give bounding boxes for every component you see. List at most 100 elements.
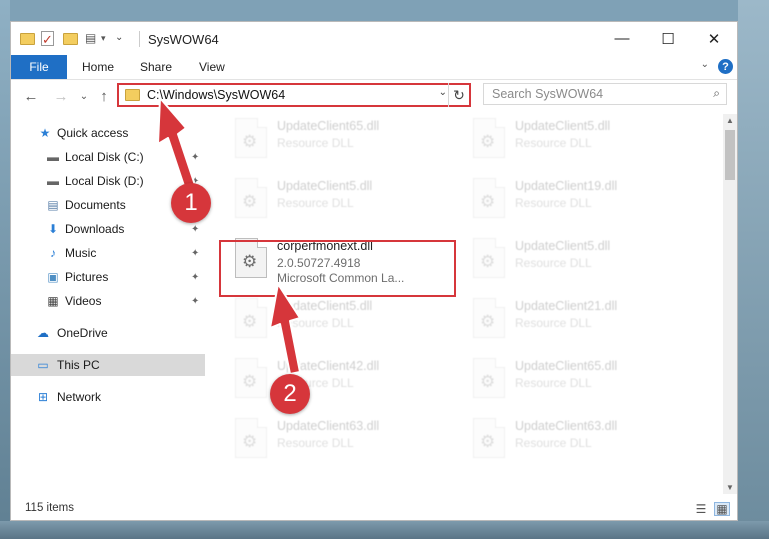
scrollbar-thumb[interactable]	[725, 130, 735, 180]
file-tile[interactable]: ⚙ UpdateClient5.dll Resource DLL	[469, 114, 689, 166]
sidebar-item-label: Network	[57, 390, 102, 404]
ribbon-tabs: File Home Share View ⌄ ?	[11, 55, 737, 80]
details-view-icon[interactable]: ☰	[693, 502, 709, 516]
sidebar-item-label: Local Disk (D:)	[65, 174, 144, 188]
sidebar-item-onedrive[interactable]: ☁ OneDrive	[11, 322, 205, 344]
gear-icon: ⚙	[242, 192, 258, 211]
step-1-badge: 1	[171, 183, 211, 223]
pin-icon[interactable]: ✦	[191, 296, 199, 307]
file-description: Resource DLL	[277, 136, 354, 150]
dll-file-icon: ⚙	[473, 238, 505, 278]
vertical-scrollbar[interactable]: ▲ ▼	[723, 114, 737, 494]
sidebar-item-network[interactable]: ⊞ Network	[11, 386, 205, 408]
file-name: UpdateClient5.dll	[515, 239, 611, 253]
tab-view[interactable]: View	[199, 55, 225, 79]
quick-access-toolbar-chevron-icon[interactable]: ⌄	[115, 32, 130, 47]
sidebar-item-label: Downloads	[65, 222, 125, 236]
dll-file-icon: ⚙	[473, 358, 505, 398]
search-input[interactable]: Search SysWOW64	[492, 87, 603, 101]
help-icon[interactable]: ?	[718, 59, 733, 74]
maximize-button[interactable]: ☐	[645, 22, 691, 55]
address-dropdown-icon[interactable]: ⌄	[439, 87, 447, 98]
forward-arrow-icon[interactable]: →	[51, 86, 71, 106]
sidebar-item-music[interactable]: ♪ Music ✦	[11, 242, 205, 264]
sidebar-item-label: This PC	[57, 358, 100, 372]
status-bar: 115 items ☰ ▦	[11, 498, 737, 520]
desktop-background-right	[738, 0, 769, 539]
customize-toolbar-icon[interactable]: ▤	[85, 31, 100, 46]
tab-share[interactable]: Share	[140, 55, 172, 79]
search-icon[interactable]: ⌕	[713, 86, 720, 101]
desktop-background-bottom	[0, 521, 769, 539]
sidebar-item-pictures[interactable]: ▣ Pictures ✦	[11, 266, 205, 288]
gear-icon: ⚙	[242, 132, 258, 151]
file-name: UpdateClient65.dll	[277, 119, 380, 133]
file-tile[interactable]: ⚙ UpdateClient65.dll Resource DLL	[231, 114, 451, 166]
new-folder-icon[interactable]	[63, 31, 78, 46]
file-tile[interactable]: ⚙ UpdateClient65.dll Resource DLL	[469, 354, 689, 406]
pictures-icon: ▣	[47, 270, 59, 284]
minimize-button[interactable]: —	[599, 22, 645, 55]
address-path[interactable]: C:\Windows\SysWOW64	[147, 88, 285, 102]
gear-icon: ⚙	[242, 372, 258, 391]
address-folder-icon	[125, 89, 140, 101]
downloads-icon: ⬇	[47, 222, 59, 236]
search-box[interactable]: Search SysWOW64 ⌕	[483, 83, 727, 105]
recent-locations-chevron-icon[interactable]: ⌄	[74, 86, 94, 106]
pin-icon[interactable]: ✦	[191, 152, 199, 163]
computer-icon: ▭	[37, 358, 49, 372]
dll-file-icon: ⚙	[235, 118, 267, 158]
file-tile[interactable]: ⚙ UpdateClient42.dll Resource DLL	[231, 354, 451, 406]
pin-icon[interactable]: ✦	[191, 224, 199, 235]
file-highlight-box	[219, 240, 456, 297]
address-bar[interactable]: C:\Windows\SysWOW64 ⌄ ↻	[117, 83, 471, 107]
file-list: ⚙ UpdateClient65.dll Resource DLL ⚙ Upda…	[217, 114, 723, 494]
window-title: SysWOW64	[148, 32, 219, 47]
item-count: 115 items	[25, 502, 75, 514]
videos-icon: ▦	[47, 294, 59, 308]
file-tile[interactable]: ⚙ UpdateClient5.dll Resource DLL	[231, 294, 451, 346]
gear-icon: ⚙	[480, 372, 496, 391]
gear-icon: ⚙	[480, 252, 496, 271]
pin-icon[interactable]: ✦	[191, 272, 199, 283]
gear-icon: ⚙	[242, 312, 258, 331]
refresh-icon[interactable]: ↻	[448, 83, 469, 107]
sidebar-item-quick-access[interactable]: ★ Quick access	[11, 122, 205, 144]
large-icons-view-icon[interactable]: ▦	[714, 502, 730, 516]
file-tile[interactable]: ⚙ UpdateClient21.dll Resource DLL	[469, 294, 689, 346]
tab-home[interactable]: Home	[82, 55, 114, 79]
toolbar-dropdown-icon[interactable]: ▾	[101, 33, 116, 48]
properties-icon[interactable]: ✓	[41, 31, 54, 47]
dll-file-icon: ⚙	[235, 358, 267, 398]
file-name: UpdateClient5.dll	[277, 299, 373, 313]
close-button[interactable]: ✕	[691, 22, 737, 55]
sidebar-item-label: Local Disk (C:)	[65, 150, 144, 164]
file-description: Resource DLL	[515, 376, 592, 390]
dll-file-icon: ⚙	[235, 418, 267, 458]
sidebar-item-videos[interactable]: ▦ Videos ✦	[11, 290, 205, 312]
up-arrow-icon[interactable]: ↑	[94, 86, 114, 106]
sidebar-item-this-pc[interactable]: ▭ This PC	[11, 354, 205, 376]
star-icon: ★	[39, 126, 51, 140]
dll-file-icon: ⚙	[473, 118, 505, 158]
navigation-bar: ← → ⌄ ↑ C:\Windows\SysWOW64 ⌄ ↻ Search S…	[11, 80, 737, 112]
sidebar-item-downloads[interactable]: ⬇ Downloads ✦	[11, 218, 205, 240]
back-arrow-icon[interactable]: ←	[21, 86, 41, 106]
file-description: Resource DLL	[515, 436, 592, 450]
ribbon-expand-chevron-icon[interactable]: ⌄	[701, 59, 709, 70]
sidebar-item-local-disk-c[interactable]: ▬ Local Disk (C:) ✦	[11, 146, 205, 168]
file-tile[interactable]: ⚙ UpdateClient63.dll Resource DLL	[231, 414, 451, 466]
sidebar-item-label: OneDrive	[57, 326, 108, 340]
dll-file-icon: ⚙	[235, 298, 267, 338]
dll-file-icon: ⚙	[473, 418, 505, 458]
file-name: UpdateClient21.dll	[515, 299, 618, 313]
pin-icon[interactable]: ✦	[191, 248, 199, 259]
file-tile[interactable]: ⚙ UpdateClient19.dll Resource DLL	[469, 174, 689, 226]
file-tile[interactable]: ⚙ UpdateClient63.dll Resource DLL	[469, 414, 689, 466]
scroll-down-icon[interactable]: ▼	[726, 483, 734, 492]
file-tile[interactable]: ⚙ UpdateClient5.dll Resource DLL	[469, 234, 689, 286]
sidebar-item-label: Videos	[65, 294, 102, 308]
scroll-up-icon[interactable]: ▲	[726, 116, 734, 125]
file-tile[interactable]: ⚙ UpdateClient5.dll Resource DLL	[231, 174, 451, 226]
tab-file[interactable]: File	[11, 55, 67, 79]
